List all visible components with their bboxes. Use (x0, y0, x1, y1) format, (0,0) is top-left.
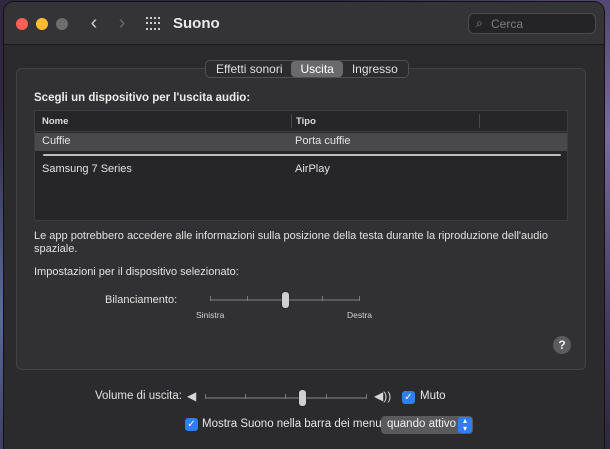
volume-slider-track[interactable] (205, 397, 367, 399)
volume-slider-knob[interactable] (299, 390, 307, 406)
search-input[interactable] (491, 15, 591, 32)
up-down-chevron-icon: ▴ ▾ (458, 417, 472, 433)
tab-uscita[interactable]: Uscita (291, 61, 343, 77)
drop-indicator-line (43, 154, 561, 156)
tab-effetti-sonori[interactable]: Effetti sonori (207, 61, 291, 77)
selected-device-settings-label: Impostazioni per il dispositivo selezion… (34, 266, 239, 278)
menu-bar-visibility-popup[interactable]: quando attivo ▴ ▾ (381, 416, 473, 434)
spatial-audio-info-text: Le app potrebbero accedere alle informaz… (34, 230, 548, 255)
show-all-grid-icon[interactable] (146, 17, 160, 31)
minimize-window-button[interactable] (36, 18, 48, 30)
mute-checkbox[interactable]: ✓ (402, 391, 415, 404)
device-name: Samsung 7 Series (42, 163, 132, 175)
forward-chevron-icon[interactable]: › (112, 12, 132, 34)
slider-tick (285, 394, 286, 399)
zoom-window-button[interactable] (56, 18, 68, 30)
slider-tick (366, 394, 367, 399)
column-divider (291, 114, 292, 128)
balance-label: Bilanciamento: (105, 294, 178, 306)
tab-ingresso[interactable]: Ingresso (343, 61, 407, 77)
mute-label: Muto (420, 390, 446, 402)
search-icon: ⌕ (476, 16, 483, 30)
slider-tick (322, 296, 323, 301)
slider-tick (247, 296, 248, 301)
slider-tick (210, 296, 211, 301)
slider-tick (245, 394, 246, 399)
output-volume-label: Volume di uscita: (95, 390, 182, 402)
segmented-tabs: Effetti sonori Uscita Ingresso (205, 60, 409, 78)
back-chevron-icon[interactable]: ‹ (84, 12, 104, 34)
table-row-selected[interactable]: Cuffie Porta cuffie (35, 133, 567, 151)
speaker-low-icon: ◀ (187, 389, 197, 403)
table-header: Nome Tipo (35, 111, 567, 132)
column-divider (479, 114, 480, 128)
balance-left-label: Sinistra (196, 310, 225, 320)
device-type: Porta cuffie (295, 135, 351, 147)
show-in-menu-bar-checkbox[interactable]: ✓ (185, 418, 198, 431)
search-field[interactable]: ⌕ (468, 13, 596, 34)
popup-selected-value: quando attivo (387, 418, 457, 430)
slider-tick (326, 394, 327, 399)
window-title: Suono (173, 15, 220, 32)
title-bar: ‹ › Suono ⌕ (4, 2, 604, 45)
slider-tick (205, 394, 206, 399)
column-header-name[interactable]: Nome (42, 116, 68, 127)
output-device-table[interactable]: Nome Tipo Cuffie Porta cuffie Samsung 7 … (34, 110, 568, 221)
slider-tick (359, 296, 360, 301)
output-device-heading: Scegli un dispositivo per l'uscita audio… (34, 92, 251, 104)
help-button[interactable]: ? (553, 336, 571, 354)
column-header-type[interactable]: Tipo (296, 116, 316, 127)
device-type: AirPlay (295, 163, 330, 175)
balance-slider-knob[interactable] (282, 292, 289, 308)
table-row[interactable]: Samsung 7 Series AirPlay (35, 161, 567, 179)
balance-right-label: Destra (347, 310, 373, 320)
close-window-button[interactable] (16, 18, 28, 30)
show-in-menu-bar-label: Mostra Suono nella barra dei menu (202, 418, 382, 430)
speaker-high-icon: ◀)) (374, 389, 392, 403)
device-name: Cuffie (42, 135, 71, 147)
